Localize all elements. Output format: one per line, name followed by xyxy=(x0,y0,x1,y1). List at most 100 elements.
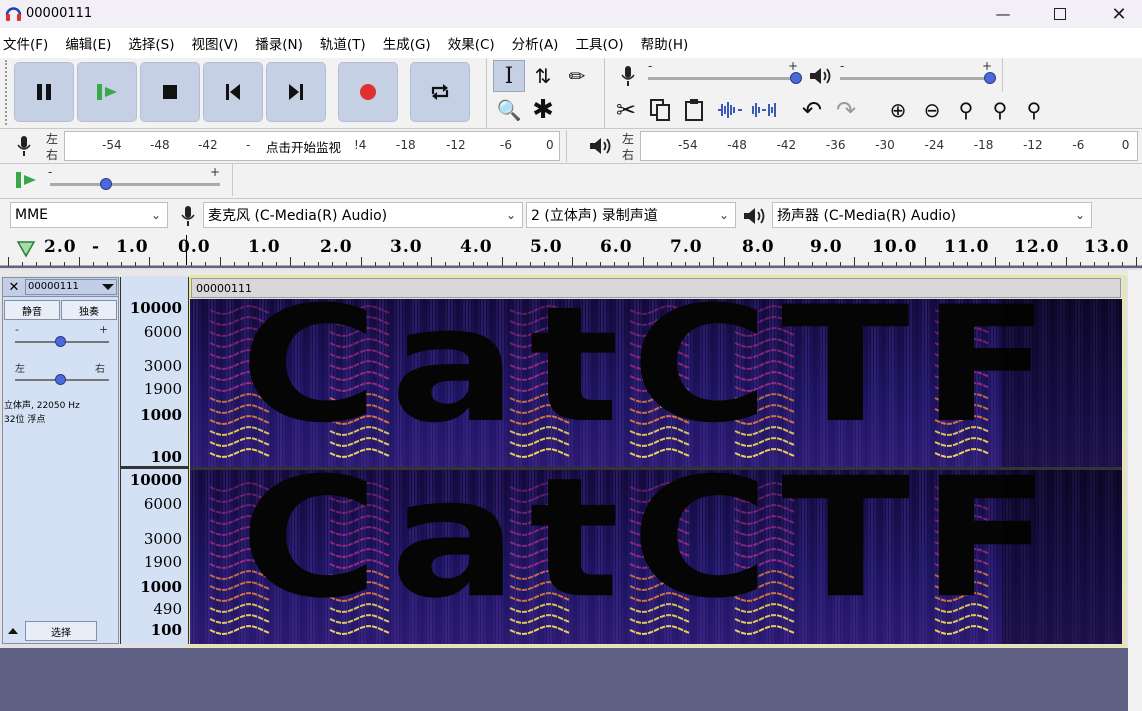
fit-project-icon: ⚲ xyxy=(992,98,1008,122)
spectrogram-right-channel[interactable]: CatCTF xyxy=(190,470,1122,644)
play-meter-speaker-icon[interactable] xyxy=(584,130,616,162)
ruler-tick xyxy=(755,262,757,266)
ruler-tick xyxy=(952,262,954,266)
silence-button[interactable] xyxy=(748,94,780,126)
spectrogram-left-channel[interactable]: CatCTF xyxy=(190,299,1122,467)
record-button[interactable] xyxy=(338,62,398,122)
menu-view[interactable]: 视图(V) xyxy=(192,33,239,53)
ruler-tick xyxy=(698,262,700,266)
envelope-tool-button[interactable]: ⇅ xyxy=(527,60,559,92)
menu-transport[interactable]: 播录(N) xyxy=(255,33,303,53)
play-speed-slider[interactable] xyxy=(50,183,220,186)
draw-tool-button[interactable]: ✏ xyxy=(561,60,593,92)
ruler-tick xyxy=(868,262,870,266)
chevron-down-icon: ⌄ xyxy=(505,208,516,222)
skip-end-button[interactable] xyxy=(266,62,326,122)
playback-volume-icon xyxy=(804,60,836,92)
vertical-scrollbar[interactable] xyxy=(1128,270,1142,711)
clip-header[interactable]: 00000111 xyxy=(191,278,1121,298)
track-close-button[interactable]: ✕ xyxy=(5,279,23,295)
ruler-label: 5.0 xyxy=(530,237,563,257)
axis-label: 1000 xyxy=(140,578,182,596)
axis-label: 490 xyxy=(153,600,182,618)
ruler-tick xyxy=(431,257,432,266)
timeline-ruler[interactable]: 2.0 - 1.0 0.0 1.0 2.0 3.0 4.0 5.0 6.0 7.… xyxy=(0,233,1142,266)
ruler-tick xyxy=(360,257,362,266)
play-tick: -6 xyxy=(1072,138,1085,152)
menu-edit[interactable]: 编辑(E) xyxy=(65,33,111,53)
track-name: 00000111 xyxy=(28,281,79,292)
play-button[interactable] xyxy=(77,62,137,122)
axis-label: 1000 xyxy=(140,406,182,424)
click-to-monitor-label[interactable]: 点击开始监视 xyxy=(264,137,344,156)
menu-analyze[interactable]: 分析(A) xyxy=(512,33,559,53)
gain-slider-thumb[interactable] xyxy=(55,336,66,347)
select-track-button[interactable]: 选择 xyxy=(25,621,97,641)
frequency-axis: 10000 6000 3000 1900 1000 100 10000 6000… xyxy=(120,277,189,644)
close-button[interactable]: ✕ xyxy=(1096,0,1142,28)
fit-selection-button[interactable]: ⚲ xyxy=(950,94,982,126)
stop-button[interactable] xyxy=(140,62,200,122)
menu-select[interactable]: 选择(S) xyxy=(128,33,174,53)
pause-button[interactable] xyxy=(14,62,74,122)
cut-button[interactable]: ✂ xyxy=(610,94,642,126)
solo-button[interactable]: 独奏 xyxy=(61,300,117,320)
undo-button[interactable]: ↶ xyxy=(796,94,828,126)
menu-help[interactable]: 帮助(H) xyxy=(641,33,689,53)
copy-button[interactable] xyxy=(644,94,676,126)
input-channels-value: 2 (立体声) 录制声道 xyxy=(531,208,658,224)
redo-button[interactable]: ↷ xyxy=(830,94,862,126)
zoom-toggle-button[interactable]: ⚲ xyxy=(1018,94,1050,126)
collapse-track-button[interactable] xyxy=(3,621,23,641)
output-device-select[interactable]: 扬声器 (C-Media(R) Audio) ⌄ xyxy=(772,202,1092,228)
loop-icon xyxy=(431,84,449,100)
menu-tracks[interactable]: 轨道(T) xyxy=(320,33,366,53)
ruler-tick xyxy=(50,262,52,266)
minimize-button[interactable]: — xyxy=(980,0,1026,28)
rec-tick: !4 xyxy=(354,138,367,152)
selection-tool-button[interactable]: I xyxy=(493,60,525,92)
skip-start-button[interactable] xyxy=(203,62,263,122)
multi-tool-button[interactable]: ✱ xyxy=(527,94,559,126)
input-device-select[interactable]: 麦克风 (C-Media(R) Audio) ⌄ xyxy=(203,202,523,228)
play-speed-thumb[interactable] xyxy=(100,178,112,190)
play-at-speed-button[interactable] xyxy=(10,164,42,196)
record-volume-thumb[interactable] xyxy=(790,72,802,84)
mute-button[interactable]: 静音 xyxy=(4,300,60,320)
rec-slider-plus: + xyxy=(788,59,799,73)
paste-button[interactable] xyxy=(678,94,710,126)
zoom-out-button[interactable]: ⊖ xyxy=(916,94,948,126)
menu-effect[interactable]: 效果(C) xyxy=(448,33,495,53)
ruler-tick xyxy=(8,257,9,266)
ruler-tick xyxy=(120,262,122,266)
playback-volume-slider[interactable] xyxy=(840,77,990,80)
maximize-button[interactable] xyxy=(1037,0,1083,28)
timeline-play-head-icon xyxy=(16,241,36,258)
row-divider xyxy=(0,198,1142,199)
track-menu-dropdown-icon[interactable] xyxy=(101,283,115,291)
loop-button[interactable] xyxy=(410,62,470,122)
menu-file[interactable]: 文件(F) xyxy=(3,33,48,53)
ruler-tick xyxy=(1065,257,1067,266)
playback-volume-thumb[interactable] xyxy=(984,72,996,84)
ruler-tick xyxy=(318,262,320,266)
menu-generate[interactable]: 生成(G) xyxy=(383,33,431,53)
ruler-label: 2.0 xyxy=(320,237,353,257)
audio-host-select[interactable]: MME ⌄ xyxy=(10,202,168,228)
ruler-label: 9.0 xyxy=(810,237,843,257)
toolbar-grip[interactable] xyxy=(5,60,8,125)
fit-project-button[interactable]: ⚲ xyxy=(984,94,1016,126)
rec-tick: - xyxy=(246,138,251,152)
zoom-in-button[interactable]: ⊕ xyxy=(882,94,914,126)
pan-slider-thumb[interactable] xyxy=(55,374,66,385)
input-channels-select[interactable]: 2 (立体声) 录制声道 ⌄ xyxy=(526,202,736,228)
zoom-tool-button[interactable]: 🔍 xyxy=(493,94,525,126)
menu-tools[interactable]: 工具(O) xyxy=(575,33,623,53)
record-meter-mic-icon[interactable] xyxy=(8,130,40,162)
record-volume-slider[interactable] xyxy=(648,77,796,80)
ruler-tick xyxy=(797,262,799,266)
trim-button[interactable] xyxy=(714,94,746,126)
ruler-tick xyxy=(64,262,66,266)
ruler-tick xyxy=(346,262,348,266)
ruler-label: 6.0 xyxy=(600,237,633,257)
